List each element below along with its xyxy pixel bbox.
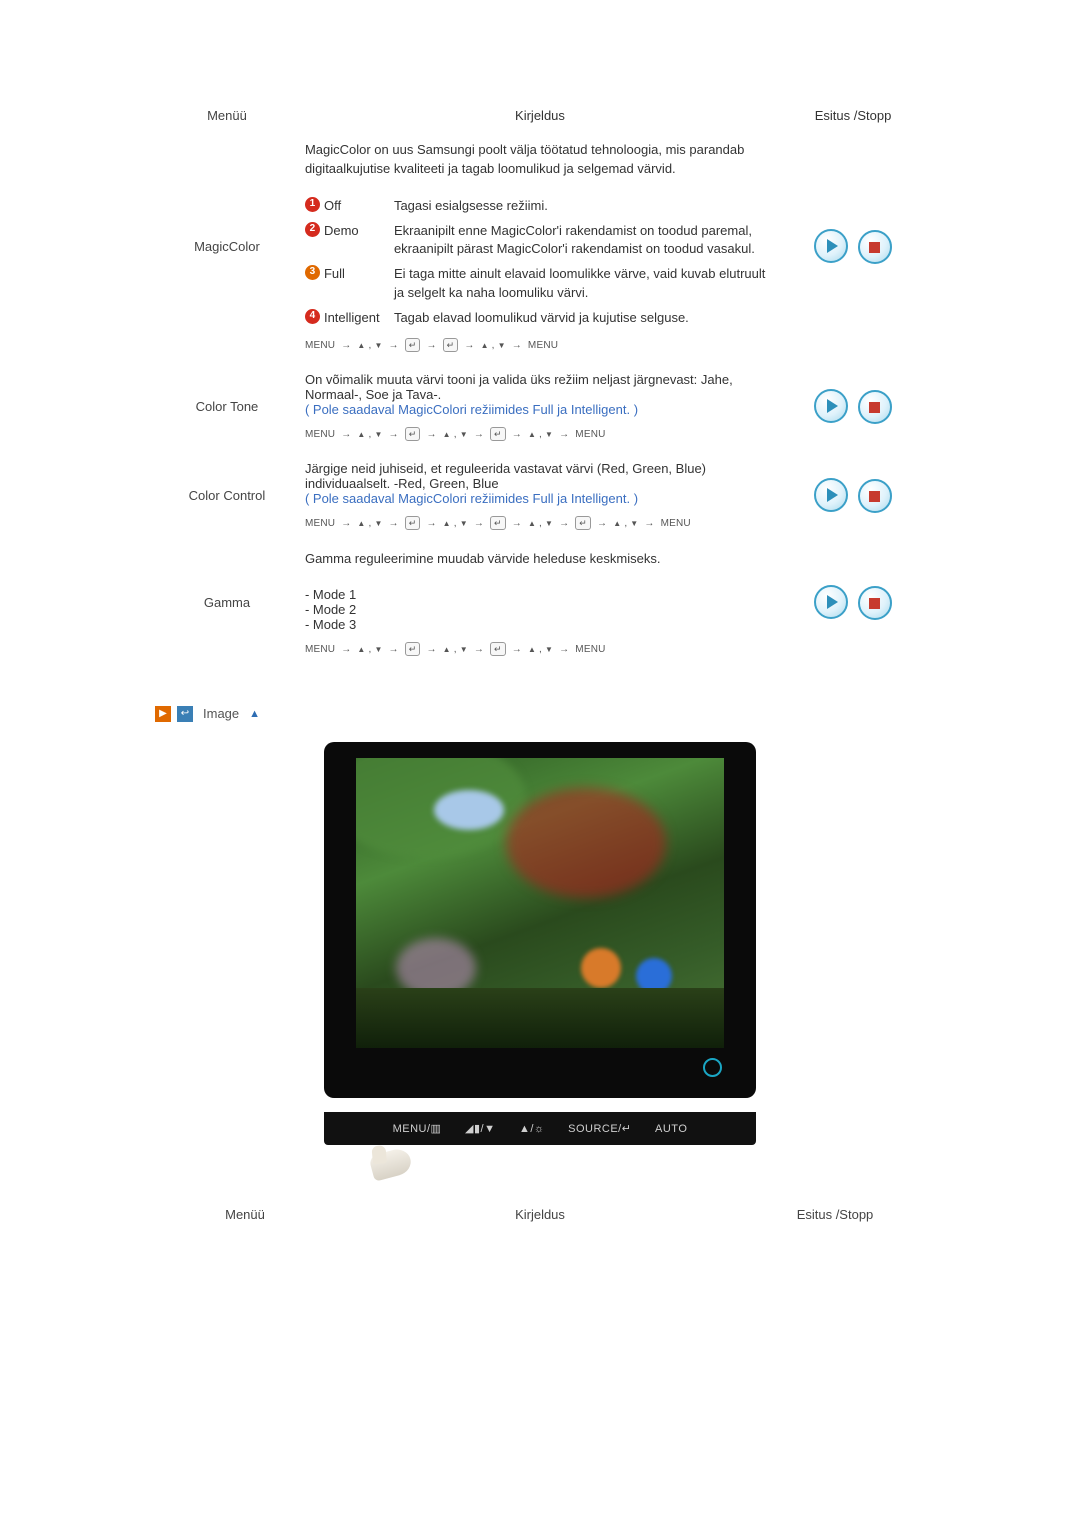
- footer-desc: Kirjeldus: [335, 1207, 745, 1222]
- magiccolor-sequence: MENU → , → ↵ → ↵ → , → MENU: [305, 338, 775, 352]
- colorcontrol-sequence: MENU → , → ↵ → , → ↵ → , → ↵ → , → MENU: [305, 516, 775, 530]
- option-demo-text: Ekraanipilt enne MagicColor'i rakendamis…: [394, 222, 775, 260]
- option-intelligent-text: Tagab elavad loomulikud värvid ja kujuti…: [394, 309, 775, 328]
- option-intelligent: 4 Intelligent Tagab elavad loomulikud vä…: [305, 309, 775, 328]
- option-full-label: Full: [324, 265, 394, 303]
- btn-down[interactable]: ◢▮/▼: [465, 1123, 495, 1135]
- colorcontrol-label: Color Control: [155, 451, 299, 540]
- magiccolor-intro: MagicColor on uus Samsungi poolt välja t…: [305, 141, 775, 179]
- header-menu: Menüü: [155, 100, 299, 131]
- stop-icon[interactable]: [858, 586, 892, 620]
- option-off-label: Off: [324, 197, 394, 216]
- footer-menu: Menüü: [155, 1207, 335, 1222]
- colortone-label: Color Tone: [155, 362, 299, 451]
- magiccolor-label: MagicColor: [155, 131, 299, 362]
- section-image-title: Image: [203, 706, 239, 721]
- play-icon[interactable]: [814, 478, 848, 512]
- settings-table: Menüü Kirjeldus Esitus /Stopp MagicColor…: [155, 100, 925, 666]
- colorcontrol-text: Järgige neid juhiseid, et reguleerida va…: [305, 461, 775, 491]
- btn-auto[interactable]: AUTO: [655, 1123, 687, 1135]
- stop-icon[interactable]: [858, 479, 892, 513]
- stop-icon[interactable]: [858, 230, 892, 264]
- btn-menu[interactable]: MENU/▥: [393, 1123, 442, 1135]
- gamma-label: Gamma: [155, 540, 299, 666]
- monitor-illustration: MENU/▥ ◢▮/▼ ▲/☼ SOURCE/↵ AUTO: [155, 742, 925, 1177]
- badge-4-icon: 4: [305, 309, 320, 324]
- badge-1-icon: 1: [305, 197, 320, 212]
- power-led-icon: [703, 1058, 722, 1077]
- gamma-mode1: - Mode 1: [305, 587, 775, 602]
- colortone-sequence: MENU → , → ↵ → , → ↵ → , → MENU: [305, 427, 775, 441]
- option-full: 3 Full Ei taga mitte ainult elavaid loom…: [305, 265, 775, 303]
- row-gamma: Gamma Gamma reguleerimine muudab värvide…: [155, 540, 925, 666]
- colorcontrol-note: ( Pole saadaval MagicColori režiimides F…: [305, 491, 775, 506]
- monitor-frame: [324, 742, 756, 1098]
- back-square-icon: ↩: [177, 706, 193, 722]
- option-off: 1 Off Tagasi esialgsesse režiimi.: [305, 197, 775, 216]
- play-icon[interactable]: [814, 585, 848, 619]
- monitor-button-bar: MENU/▥ ◢▮/▼ ▲/☼ SOURCE/↵ AUTO: [324, 1112, 756, 1145]
- header-desc: Kirjeldus: [299, 100, 781, 131]
- footer-header-row: Menüü Kirjeldus Esitus /Stopp: [155, 1207, 925, 1222]
- option-full-text: Ei taga mitte ainult elavaid loomulikke …: [394, 265, 775, 303]
- btn-up[interactable]: ▲/☼: [519, 1123, 545, 1135]
- option-off-text: Tagasi esialgsesse režiimi.: [394, 197, 775, 216]
- header-action: Esitus /Stopp: [781, 100, 925, 131]
- row-colorcontrol: Color Control Järgige neid juhiseid, et …: [155, 451, 925, 540]
- monitor-screen: [356, 758, 724, 1048]
- colortone-note: ( Pole saadaval MagicColori režiimides F…: [305, 402, 775, 417]
- gamma-mode2: - Mode 2: [305, 602, 775, 617]
- play-icon[interactable]: [814, 389, 848, 423]
- play-icon[interactable]: [814, 229, 848, 263]
- gamma-sequence: MENU → , → ↵ → , → ↵ → , → MENU: [305, 642, 775, 656]
- badge-3-icon: 3: [305, 265, 320, 280]
- row-magiccolor: MagicColor MagicColor on uus Samsungi po…: [155, 131, 925, 362]
- gamma-mode3: - Mode 3: [305, 617, 775, 632]
- footer-action: Esitus /Stopp: [745, 1207, 925, 1222]
- finger-pointer-icon: [368, 1146, 413, 1181]
- table-header-row: Menüü Kirjeldus Esitus /Stopp: [155, 100, 925, 131]
- option-demo-label: Demo: [324, 222, 394, 260]
- play-square-icon: ▶: [155, 706, 171, 722]
- stop-icon[interactable]: [858, 390, 892, 424]
- badge-2-icon: 2: [305, 222, 320, 237]
- colortone-text: On võimalik muuta värvi tooni ja valida …: [305, 372, 775, 402]
- gamma-text: Gamma reguleerimine muudab värvide heled…: [305, 550, 775, 569]
- btn-source[interactable]: SOURCE/↵: [568, 1123, 631, 1135]
- collapse-up-icon[interactable]: ▲: [249, 708, 260, 720]
- option-intelligent-label: Intelligent: [324, 309, 394, 328]
- option-demo: 2 Demo Ekraanipilt enne MagicColor'i rak…: [305, 222, 775, 260]
- section-image-header: ▶ ↩ Image ▲: [155, 706, 925, 722]
- row-colortone: Color Tone On võimalik muuta värvi tooni…: [155, 362, 925, 451]
